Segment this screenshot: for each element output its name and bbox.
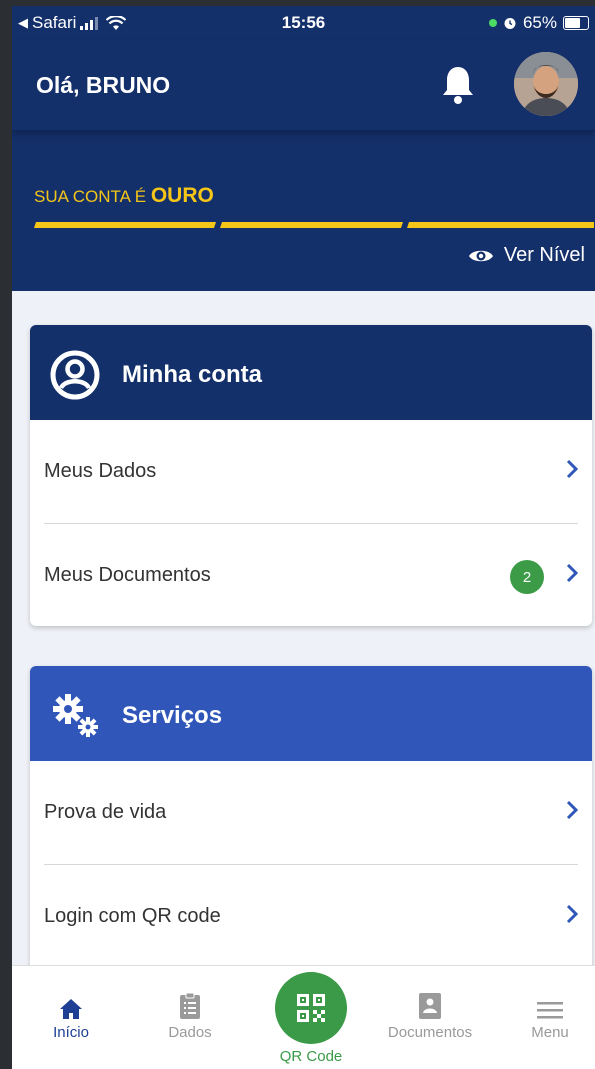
list-item-login-qr-code[interactable]: Login com QR code (30, 865, 592, 968)
alarm-icon (504, 18, 516, 29)
minha-conta-card: Minha conta Meus Dados Meus Documentos 2 (30, 325, 592, 626)
greeting-text: Olá, BRUNO (36, 72, 171, 98)
chevron-right-icon (566, 904, 578, 924)
battery-percent: 65% (522, 13, 557, 32)
ver-nivel-label: Ver Nível (503, 244, 585, 266)
servicos-header: Serviços (30, 666, 592, 761)
app-screen: ◀ Safari 15:56 65% Olá, BRUNO SUA CONTA … (12, 6, 595, 1069)
servicos-title: Serviços (122, 702, 223, 729)
level-name: OURO (150, 184, 214, 207)
chevron-right-icon (566, 563, 578, 583)
tab-menu-label: Menu (531, 1024, 569, 1041)
tab-documentos[interactable]: Documentos (375, 986, 485, 1041)
avatar[interactable] (514, 52, 578, 116)
tab-inicio[interactable]: Início (26, 986, 116, 1041)
level-progress-bars (34, 222, 594, 228)
chevron-right-icon (566, 800, 578, 820)
clipboard-icon (180, 992, 200, 1019)
eye-icon (468, 250, 493, 261)
bottom-tab-bar: Início Dados QR Code Documentos Menu (12, 965, 595, 1069)
list-item-label: Login com QR code (44, 905, 221, 927)
minha-conta-title: Minha conta (122, 361, 263, 388)
tab-menu[interactable]: Menu (505, 986, 595, 1041)
location-dot-icon (488, 19, 497, 27)
chevron-right-icon (566, 459, 578, 479)
tab-qr-code[interactable]: QR Code (274, 972, 348, 1065)
home-icon (60, 999, 82, 1019)
notification-bell-icon[interactable] (440, 64, 476, 106)
ver-nivel-button[interactable]: Ver Nível (468, 244, 585, 267)
list-item-meus-documentos[interactable]: Meus Documentos 2 (30, 524, 592, 626)
gears-icon (53, 694, 98, 737)
battery-icon (563, 16, 589, 30)
list-item-prova-de-vida[interactable]: Prova de vida (30, 761, 592, 864)
list-item-label: Prova de vida (44, 801, 167, 823)
document-icon (419, 993, 441, 1019)
status-right: 65% (488, 13, 589, 33)
tab-qr-code-label: QR Code (279, 1048, 343, 1065)
qr-code-icon (297, 994, 325, 1022)
documents-count-badge: 2 (510, 560, 544, 594)
list-item-meus-dados[interactable]: Meus Dados (30, 420, 592, 523)
tab-inicio-label: Início (53, 1024, 89, 1041)
greeting-bar: Olá, BRUNO (12, 40, 595, 131)
tab-dados-label: Dados (168, 1024, 212, 1041)
list-item-label: Meus Dados (44, 460, 157, 482)
hamburger-menu-icon (537, 1002, 563, 1019)
account-circle-icon (50, 350, 100, 400)
account-level: SUA CONTA É OURO (34, 184, 214, 208)
list-item-label: Meus Documentos (44, 564, 211, 586)
minha-conta-header: Minha conta (30, 325, 592, 420)
header: ◀ Safari 15:56 65% Olá, BRUNO SUA CONTA … (12, 6, 595, 291)
status-bar: ◀ Safari 15:56 65% (12, 6, 595, 40)
tab-documentos-label: Documentos (387, 1024, 473, 1041)
qr-code-button[interactable] (275, 972, 347, 1044)
tab-dados[interactable]: Dados (145, 986, 235, 1041)
level-prefix: SUA CONTA É (34, 187, 147, 206)
